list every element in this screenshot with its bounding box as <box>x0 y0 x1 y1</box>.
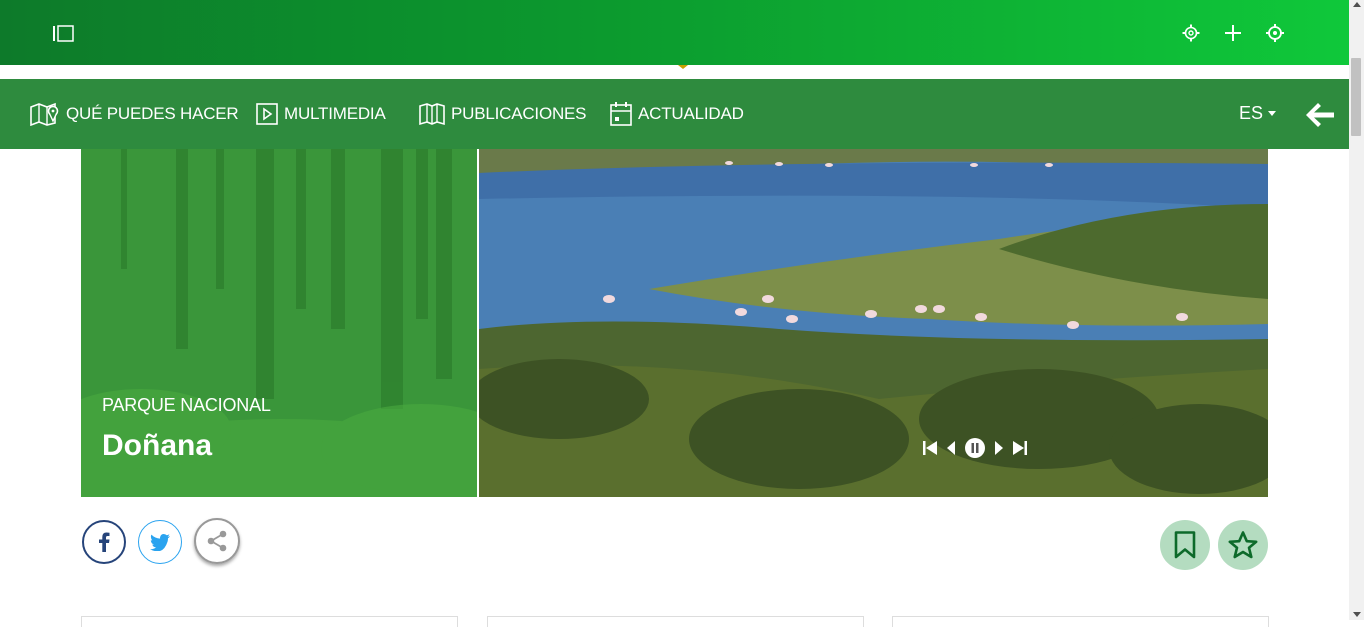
star-icon <box>1228 531 1258 559</box>
indicator-caret <box>678 65 688 69</box>
hero-photo <box>479 149 1268 497</box>
language-label: ES <box>1239 103 1264 123</box>
language-selector[interactable]: ES <box>1239 103 1277 124</box>
last-icon[interactable] <box>1012 441 1027 455</box>
calendar-icon <box>610 102 632 126</box>
hero-kicker: PARQUE NACIONAL <box>102 395 271 415</box>
scroll-down-icon[interactable] <box>1353 612 1361 617</box>
share-button[interactable] <box>194 518 240 564</box>
nav-item-publicaciones[interactable]: PUBLICACIONES <box>419 79 587 149</box>
content-card <box>892 616 1269 627</box>
facebook-share-button[interactable] <box>82 520 126 564</box>
facebook-icon <box>99 532 110 552</box>
share-icon <box>207 530 227 552</box>
first-icon[interactable] <box>923 441 938 455</box>
chevron-down-icon <box>1268 111 1277 116</box>
next-icon[interactable] <box>994 441 1004 455</box>
content-card <box>81 616 458 627</box>
main-nav: QUÉ PUEDES HACER MULTIMEDIA PUBLICACIONE… <box>0 79 1349 149</box>
nav-item-label: PUBLICACIONES <box>451 104 587 123</box>
bookmark-icon <box>1174 531 1196 559</box>
nav-item-label: QUÉ PUEDES HACER <box>66 104 239 123</box>
prev-icon[interactable] <box>946 441 956 455</box>
target-icon[interactable] <box>1265 22 1285 44</box>
content-card <box>487 616 864 627</box>
hero-title: Doñana <box>102 429 213 462</box>
nav-item-label: ACTUALIDAD <box>638 104 744 123</box>
favorite-button[interactable] <box>1218 520 1268 570</box>
scrollbar-thumb[interactable] <box>1351 58 1361 136</box>
twitter-icon <box>150 533 170 551</box>
hero-slideshow: PARQUE NACIONAL Doñana <box>81 149 1268 497</box>
nav-item-que-puedes-hacer[interactable]: QUÉ PUEDES HACER <box>30 79 239 149</box>
book-icon <box>419 103 445 126</box>
play-icon <box>256 103 278 125</box>
plus-icon[interactable] <box>1223 22 1243 44</box>
hero-caption-panel: PARQUE NACIONAL Doñana <box>81 149 477 497</box>
vertical-scrollbar[interactable] <box>1349 0 1364 620</box>
pause-icon[interactable] <box>964 437 986 459</box>
flamingo-lake-image <box>479 149 1268 497</box>
sidebar-toggle-icon[interactable] <box>53 25 74 42</box>
twitter-share-button[interactable] <box>138 520 182 564</box>
settings-icon[interactable] <box>1181 22 1201 44</box>
nav-item-label: MULTIMEDIA <box>284 104 386 123</box>
nav-item-multimedia[interactable]: MULTIMEDIA <box>256 79 386 149</box>
nav-item-actualidad[interactable]: ACTUALIDAD <box>610 79 744 149</box>
arrow-left-icon[interactable] <box>1304 101 1336 129</box>
top-bar <box>0 0 1349 65</box>
bookmark-button[interactable] <box>1160 520 1210 570</box>
map-pin-icon <box>30 102 59 126</box>
slideshow-controls <box>923 437 1027 459</box>
scroll-up-icon[interactable] <box>1353 2 1361 7</box>
topbar-actions <box>1181 22 1285 44</box>
